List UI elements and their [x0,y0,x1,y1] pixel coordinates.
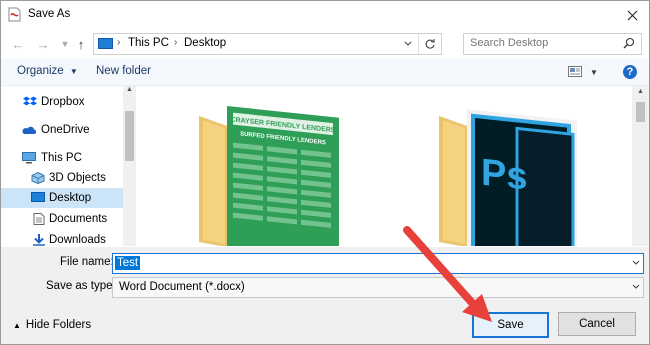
forward-button[interactable]: → [34,35,52,53]
refresh-icon [425,39,435,49]
hide-folders-label: Hide Folders [25,319,92,331]
chevron-down-icon [632,284,640,289]
chevron-up-icon[interactable]: ▲ [637,88,644,95]
this-pc-icon [22,152,36,164]
scrollbar-thumb[interactable] [125,111,134,161]
sidebar-item-label: This PC [41,152,82,164]
sidebar-item-label: Downloads [49,234,106,246]
chevron-down-icon: ▼ [60,39,70,49]
address-row: ← → ▼ ↑ › This PC › Desktop [1,31,649,57]
chevron-down-icon: ▼ [69,67,78,76]
breadcrumb-separator-icon: › [117,37,121,48]
content-scrollbar[interactable]: ▲ [632,86,649,246]
up-button[interactable]: ↑ [72,35,90,53]
file-name-field[interactable]: Test [112,253,644,274]
back-button[interactable]: ← [9,35,27,53]
save-as-dialog: Save As ← → ▼ ↑ › This PC › Desktop Sear… [0,0,650,345]
sidebar-item-label: Documents [49,213,108,225]
documents-icon [33,213,45,225]
save-button[interactable]: Save [472,312,549,338]
onedrive-icon [22,126,36,134]
sidebar-item-documents[interactable]: Documents [1,209,123,229]
thumbnail-text: Ps [481,152,527,199]
save-as-type-select[interactable]: Word Document (*.docx) [112,277,644,298]
chevron-down-icon[interactable] [403,39,413,49]
sidebar-item-downloads[interactable]: Downloads [1,230,123,246]
hide-folders-button[interactable]: ▲ Hide Folders [13,319,91,331]
search-icon [623,37,635,49]
downloads-icon [33,234,45,246]
file-list: CRAYSER FRIENDLY LENDERS SURFED FRIENDLY… [137,86,631,246]
breadcrumb-this-pc[interactable]: This PC [128,37,169,49]
search-box[interactable] [463,33,642,55]
sidebar-item-3d-objects[interactable]: 3D Objects [1,168,123,188]
arrow-left-icon: ← [11,36,25,52]
arrow-up-icon: ↑ [77,36,85,52]
folder-item-photoshop[interactable]: Ps [437,102,607,246]
save-as-type-value: Word Document (*.docx) [119,281,245,293]
file-name-label: File name: [60,256,114,268]
file-name-value: Test [115,256,141,270]
dropbox-icon [23,96,37,106]
title-bar: Save As [1,1,649,29]
sidebar-item-dropbox[interactable]: Dropbox [1,92,123,112]
chevron-down-icon[interactable] [631,258,641,268]
chevron-down-icon[interactable]: ▼ [590,68,598,77]
arrow-right-icon: → [36,36,50,52]
this-pc-icon [98,38,113,49]
sidebar-item-label: 3D Objects [49,172,106,184]
sidebar-item-label: OneDrive [41,124,90,136]
address-bar[interactable]: › This PC › Desktop [93,33,442,55]
desktop-icon [31,192,45,202]
command-bar: Organize ▼ New folder ▼ ? [1,59,649,86]
navigation-scrollbar[interactable]: ▲ [123,86,136,246]
navigation-pane: Dropbox OneDrive This PC 3D Objects Desk… [1,86,136,246]
close-icon [627,10,637,20]
chevron-up-icon: ▲ [13,321,21,330]
pdf-file-icon [8,7,21,22]
sidebar-item-onedrive[interactable]: OneDrive [1,120,123,140]
save-as-type-label: Save as type: [46,280,116,292]
close-button[interactable] [615,1,649,29]
organize-label: Organize [17,65,64,77]
sidebar-item-desktop[interactable]: Desktop [1,188,123,208]
help-icon[interactable]: ? [623,65,637,79]
3d-objects-icon [31,172,45,184]
scrollbar-thumb[interactable] [636,102,645,122]
breadcrumb-separator-icon: › [174,37,178,48]
save-form: File name: Test Save as type: Word Docum… [1,247,649,344]
sidebar-item-label: Desktop [49,192,92,204]
new-folder-button[interactable]: New folder [96,65,151,77]
view-options-icon[interactable] [568,66,582,77]
window-title: Save As [28,8,71,20]
chevron-up-icon[interactable]: ▲ [126,86,133,93]
cancel-button[interactable]: Cancel [558,312,636,336]
refresh-button[interactable] [418,34,441,54]
sidebar-item-this-pc[interactable]: This PC [1,148,123,168]
search-input[interactable] [470,36,610,50]
folder-item-lenders[interactable]: CRAYSER FRIENDLY LENDERS SURFED FRIENDLY… [189,102,359,246]
organize-button[interactable]: Organize ▼ [17,65,78,77]
breadcrumb-desktop[interactable]: Desktop [184,37,226,49]
sidebar-item-label: Dropbox [41,96,85,108]
